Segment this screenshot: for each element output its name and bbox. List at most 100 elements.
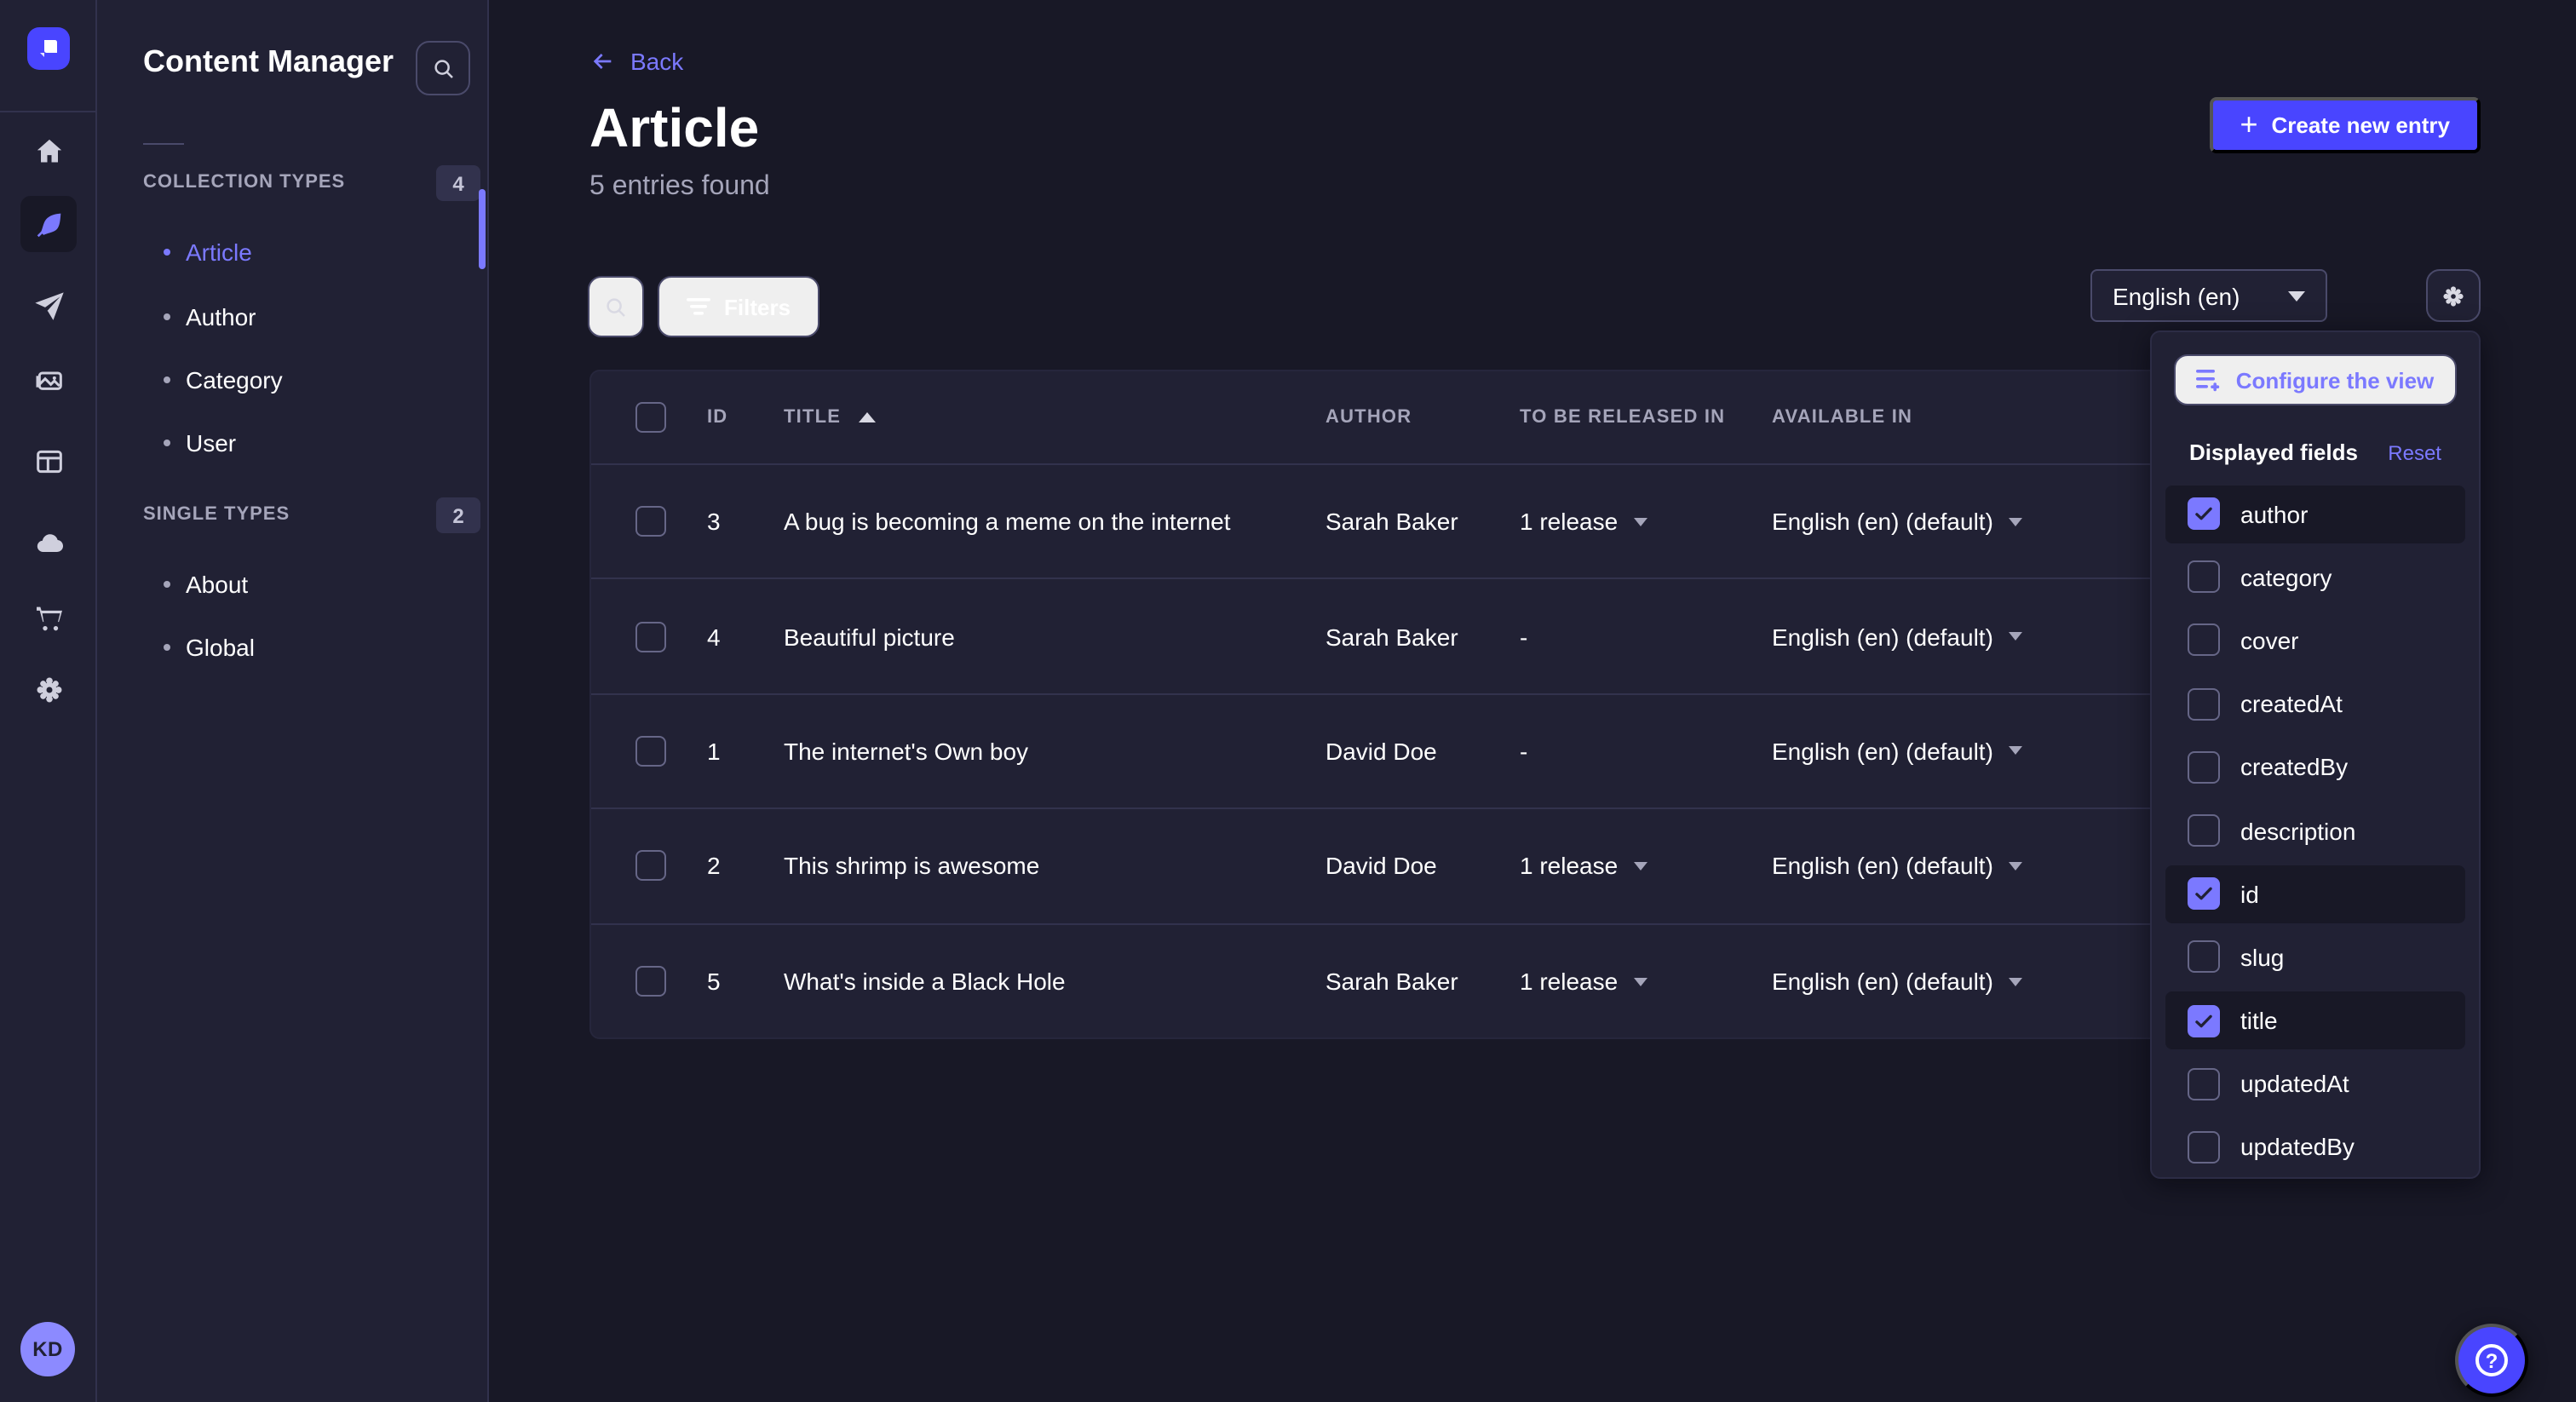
cell-available-in[interactable]: English (en) (default) <box>1772 968 2022 996</box>
cell-title: What's inside a Black Hole <box>784 968 1066 996</box>
content-manager-icon[interactable] <box>20 196 77 252</box>
column-header-label: ID <box>707 407 727 428</box>
cell-to-be-released-in[interactable]: 1 release <box>1520 853 1647 880</box>
media-library-icon[interactable] <box>20 353 77 409</box>
back-link[interactable]: Back <box>589 48 683 75</box>
field-toggle-createdAt[interactable]: createdAt <box>2165 672 2465 735</box>
field-toggle-author[interactable]: author <box>2165 482 2465 545</box>
marketplace-icon[interactable] <box>20 589 77 646</box>
field-pill: title <box>2165 991 2465 1049</box>
field-pill: updatedAt <box>2165 1055 2465 1113</box>
sidebar-item-article[interactable]: Article <box>97 223 489 281</box>
cell-available-in[interactable]: English (en) (default) <box>1772 853 2022 880</box>
releases-icon[interactable] <box>20 278 77 334</box>
search-icon[interactable] <box>416 41 470 95</box>
sidebar-item-author[interactable]: Author <box>97 287 489 345</box>
checkbox-unchecked-icon <box>2188 687 2220 720</box>
field-toggle-updatedAt[interactable]: updatedAt <box>2165 1052 2465 1115</box>
sidebar-item-about[interactable]: About <box>97 555 489 613</box>
field-toggle-description[interactable]: description <box>2165 799 2465 862</box>
cell-to-be-released-in[interactable]: 1 release <box>1520 968 1647 996</box>
row-checkbox[interactable] <box>635 851 666 882</box>
field-label: author <box>2240 500 2308 527</box>
column-header-label: AUTHOR <box>1325 407 1412 428</box>
configure-view-button[interactable]: Configure the view <box>2174 354 2457 405</box>
sidebar-item-global[interactable]: Global <box>97 618 489 676</box>
cloud-icon[interactable] <box>20 514 77 571</box>
section-count-badge: 4 <box>436 165 480 201</box>
row-checkbox[interactable] <box>635 621 666 652</box>
bullet-icon <box>164 376 170 382</box>
cell-title: Beautiful picture <box>784 623 955 650</box>
field-pill: createdAt <box>2165 675 2465 733</box>
subnav-scrollbar-thumb[interactable] <box>479 189 486 269</box>
plus-icon: + <box>2240 108 2257 139</box>
field-pill: id <box>2165 865 2465 922</box>
checkbox-unchecked-icon <box>2188 1131 2220 1164</box>
subnav-title: Content Manager <box>143 44 394 80</box>
select-all-checkbox[interactable] <box>635 402 666 433</box>
cell-id: 5 <box>707 968 721 996</box>
checkbox-checked-icon <box>2188 497 2220 530</box>
content-manager-subnav: Content Manager COLLECTION TYPES 4 Article… <box>97 0 489 1402</box>
field-toggle-title[interactable]: title <box>2165 989 2465 1052</box>
section-label: COLLECTION TYPES <box>143 172 345 192</box>
table-search-icon[interactable] <box>588 276 644 337</box>
cell-available-in[interactable]: English (en) (default) <box>1772 623 2022 650</box>
filters-button[interactable]: Filters <box>658 276 819 337</box>
column-header-id[interactable]: ID <box>707 407 727 428</box>
sort-ascending-icon <box>858 412 875 422</box>
locale-select[interactable]: English (en) <box>2090 269 2327 322</box>
cell-available-in[interactable]: English (en) (default) <box>1772 738 2022 765</box>
column-header-title[interactable]: TITLE <box>784 407 875 428</box>
sidebar-item-user[interactable]: User <box>97 414 489 472</box>
cell-to-be-released-in[interactable]: 1 release <box>1520 508 1647 535</box>
strapi-logo-icon[interactable] <box>27 27 70 70</box>
field-pill: author <box>2165 485 2465 543</box>
field-label: updatedAt <box>2240 1071 2349 1098</box>
checkbox-box <box>635 851 666 882</box>
sidebar-item-label: Article <box>186 238 252 266</box>
create-new-entry-button[interactable]: + Create new entry <box>2209 97 2481 153</box>
row-checkbox[interactable] <box>635 506 666 537</box>
cell-title: A bug is becoming a meme on the internet <box>784 508 1231 535</box>
filters-label: Filters <box>724 294 791 319</box>
content-type-builder-icon[interactable] <box>20 433 77 489</box>
field-toggle-slug[interactable]: slug <box>2165 926 2465 989</box>
field-toggle-category[interactable]: category <box>2165 545 2465 608</box>
chevron-down-icon <box>1633 862 1647 871</box>
reset-link[interactable]: Reset <box>2388 440 2441 464</box>
sidebar-item-category[interactable]: Category <box>97 350 489 408</box>
field-toggle-createdBy[interactable]: createdBy <box>2165 736 2465 799</box>
home-icon[interactable] <box>20 123 77 179</box>
view-settings-gear-icon[interactable] <box>2426 269 2481 322</box>
field-pill: cover <box>2165 612 2465 669</box>
locale-value: English (en) <box>2113 282 2240 309</box>
row-checkbox[interactable] <box>635 967 666 997</box>
cell-title: The internet's Own boy <box>784 738 1028 765</box>
user-avatar[interactable]: KD <box>20 1322 75 1376</box>
checkbox-box <box>635 967 666 997</box>
column-header-to-be-released-in[interactable]: TO BE RELEASED IN <box>1520 407 1725 428</box>
field-toggle-id[interactable]: id <box>2165 862 2465 925</box>
column-header-available-in[interactable]: AVAILABLE IN <box>1772 407 1912 428</box>
help-button[interactable]: ? <box>2455 1324 2528 1397</box>
view-settings-popover: Configure the view Displayed fields Rese… <box>2150 330 2481 1179</box>
chevron-down-icon <box>2009 632 2022 641</box>
displayed-fields-title: Displayed fields <box>2189 440 2358 465</box>
row-checkbox[interactable] <box>635 736 666 767</box>
list-plus-icon <box>2197 368 2222 392</box>
column-header-author[interactable]: AUTHOR <box>1325 407 1412 428</box>
field-label: createdAt <box>2240 690 2343 717</box>
cell-title: This shrimp is awesome <box>784 853 1039 880</box>
field-toggle-updatedBy[interactable]: updatedBy <box>2165 1116 2465 1179</box>
cell-available-in[interactable]: English (en) (default) <box>1772 508 2022 535</box>
section-count-badge: 2 <box>436 497 480 533</box>
cell-to-be-released-in: - <box>1520 623 1527 650</box>
settings-icon[interactable] <box>20 661 77 717</box>
field-toggle-cover[interactable]: cover <box>2165 609 2465 672</box>
bullet-icon <box>164 313 170 319</box>
field-label: category <box>2240 564 2332 591</box>
arrow-left-icon <box>589 48 617 75</box>
cell-author: Sarah Baker <box>1325 508 1458 535</box>
